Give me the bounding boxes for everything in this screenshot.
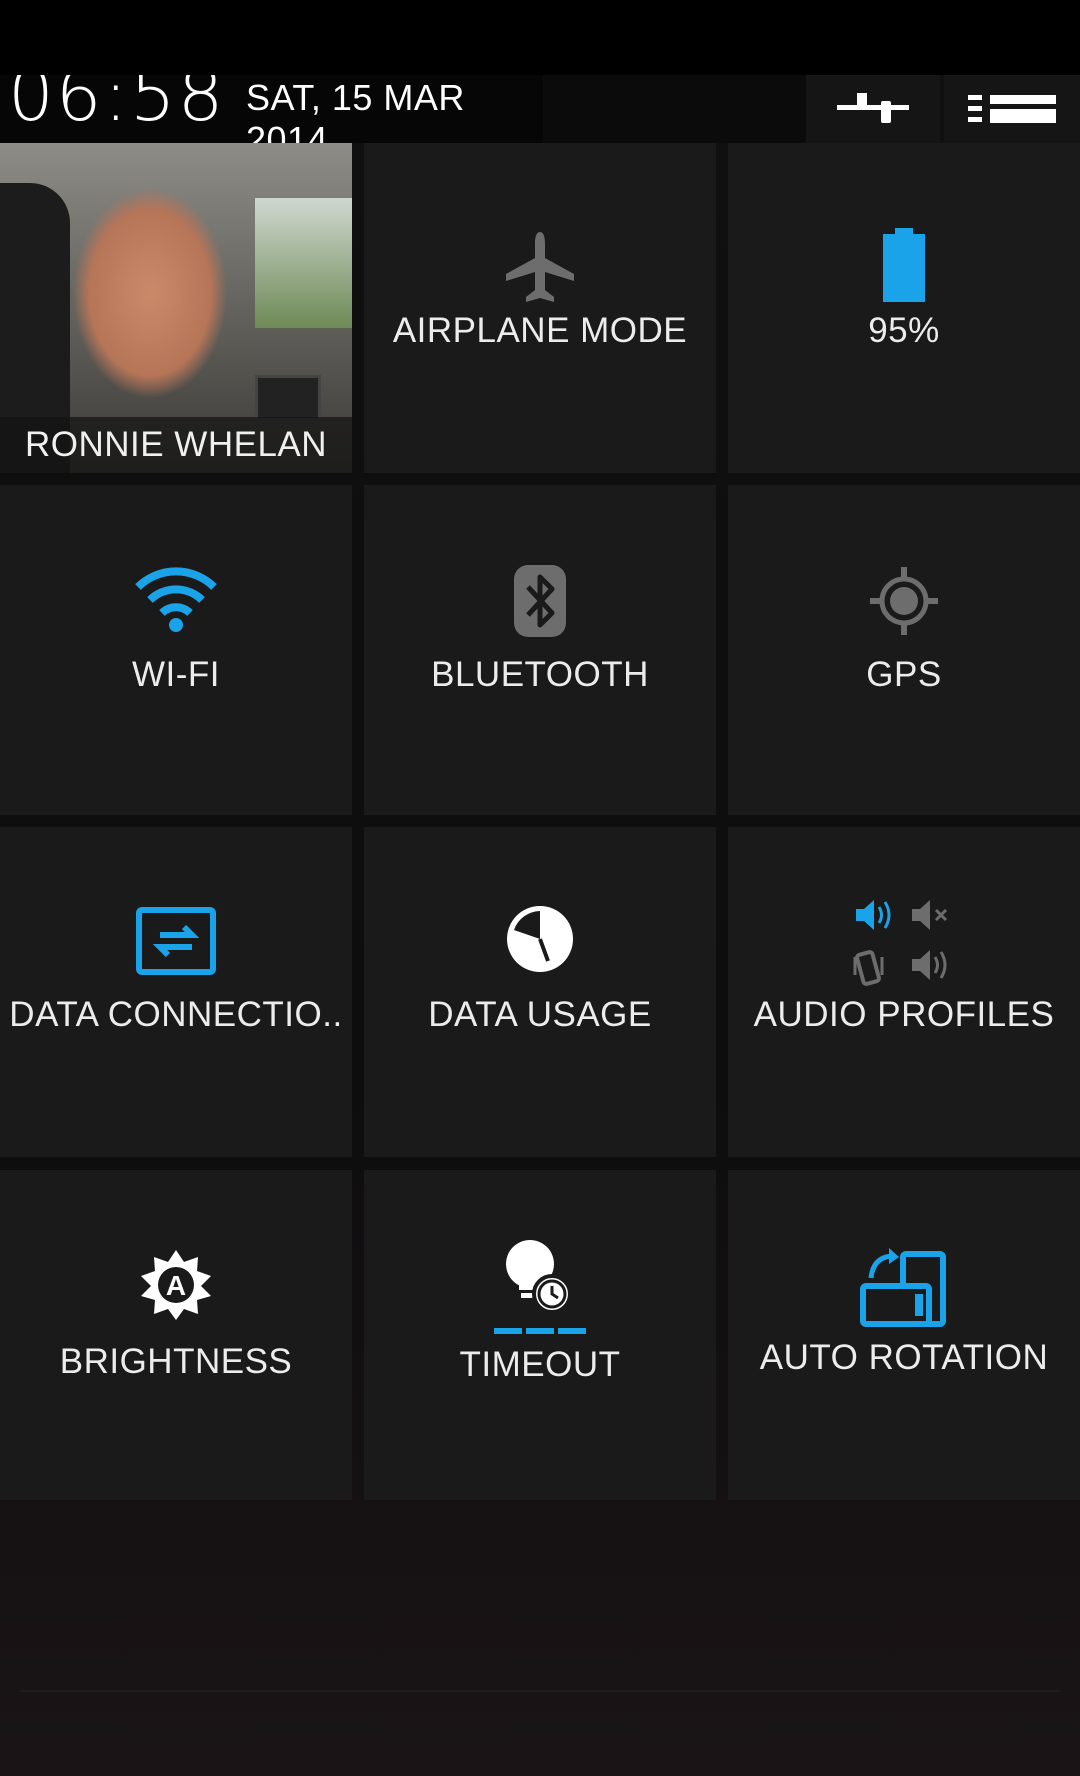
quick-settings-header: 06:58 SAT, 15 MAR 2014 — [0, 75, 1080, 143]
profile-tile[interactable]: RONNIE WHELAN — [0, 143, 352, 473]
brightness-tile[interactable]: A BRIGHTNESS — [0, 1170, 352, 1500]
gps-tile[interactable]: GPS — [728, 485, 1080, 815]
profile-name: RONNIE WHELAN — [0, 417, 352, 473]
timeout-icon — [494, 1240, 586, 1334]
timeout-tile[interactable]: TIMEOUT — [364, 1170, 716, 1500]
auto-rotation-label: AUTO ROTATION — [759, 1338, 1049, 1377]
notifications-toggle-button[interactable] — [944, 75, 1080, 143]
wifi-tile[interactable]: WI-FI — [0, 485, 352, 815]
clock-date-area[interactable]: 06:58 SAT, 15 MAR 2014 — [0, 75, 543, 143]
profile-photo: RONNIE WHELAN — [0, 143, 352, 473]
data-connection-tile[interactable]: DATA CONNECTIO.. — [0, 827, 352, 1157]
brightness-label: BRIGHTNESS — [59, 1342, 293, 1381]
battery-tile[interactable]: 95% — [728, 143, 1080, 473]
data-usage-label: DATA USAGE — [428, 995, 652, 1034]
audio-profiles-label: AUDIO PROFILES — [753, 995, 1055, 1034]
gps-label: GPS — [866, 655, 942, 694]
notification-list-icon — [968, 95, 1056, 123]
bluetooth-icon — [514, 565, 566, 637]
auto-rotation-tile[interactable]: AUTO ROTATION — [728, 1170, 1080, 1500]
audio-profiles-tile[interactable]: AUDIO PROFILES — [728, 827, 1080, 1157]
brightness-auto-icon: A — [141, 1250, 211, 1320]
auto-rotation-icon — [860, 1248, 946, 1327]
svg-text:A: A — [166, 1270, 186, 1301]
header-spacer — [543, 75, 806, 143]
wifi-icon — [135, 567, 217, 632]
bluetooth-tile[interactable]: BLUETOOTH — [364, 485, 716, 815]
dock-divider — [20, 1690, 1060, 1692]
data-connection-icon — [136, 907, 216, 975]
settings-sliders-button[interactable] — [806, 75, 940, 143]
airplane-icon — [506, 232, 574, 302]
sliders-icon — [837, 93, 909, 123]
date-text: SAT, 15 MAR 2014 — [246, 77, 465, 143]
wifi-label: WI-FI — [131, 655, 221, 694]
bluetooth-label: BLUETOOTH — [431, 655, 649, 694]
data-connection-label: DATA CONNECTIO.. — [9, 995, 343, 1034]
battery-label: 95% — [868, 311, 940, 350]
clock-text: 06:58 — [8, 75, 226, 137]
airplane-mode-tile[interactable]: AIRPLANE MODE — [364, 143, 716, 473]
battery-icon — [883, 228, 925, 302]
timeout-label: TIMEOUT — [459, 1345, 621, 1384]
gps-icon — [870, 567, 938, 635]
data-usage-tile[interactable]: DATA USAGE — [364, 827, 716, 1157]
airplane-mode-label: AIRPLANE MODE — [392, 311, 688, 350]
status-bar — [0, 0, 1080, 75]
audio-profiles-icon — [853, 900, 948, 986]
data-usage-icon — [507, 906, 573, 972]
home-dock-area — [0, 1690, 1080, 1776]
